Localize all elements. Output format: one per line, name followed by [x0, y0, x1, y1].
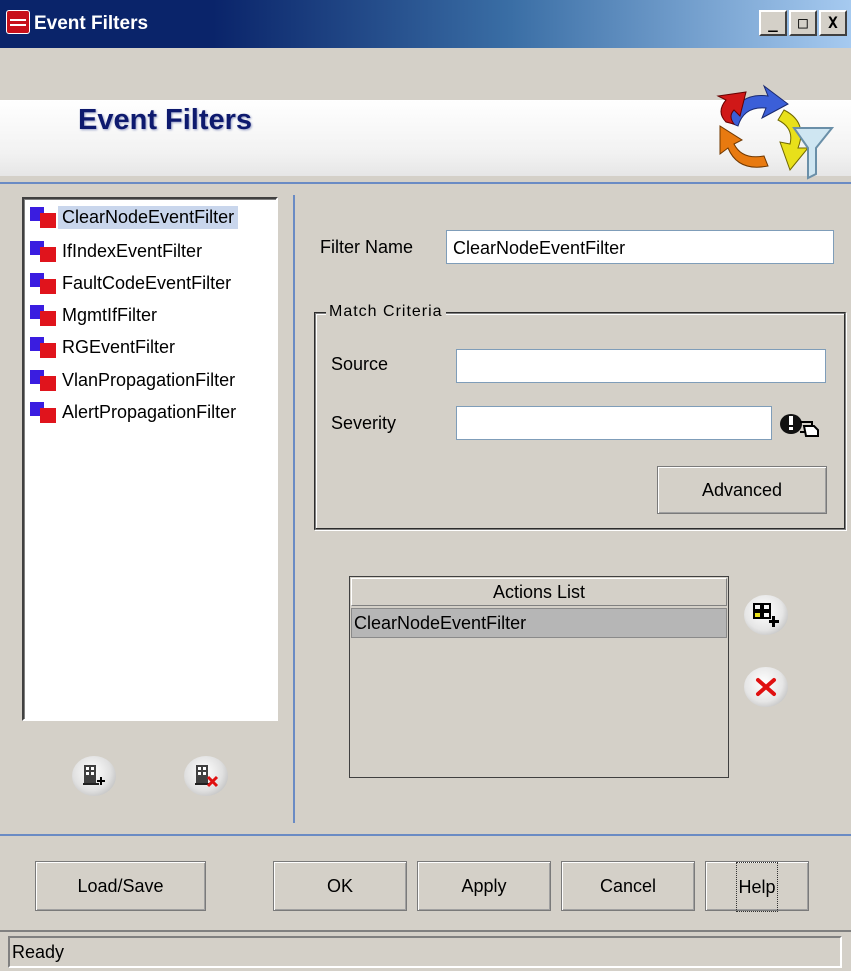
- delete-filter-button[interactable]: [184, 756, 228, 796]
- severity-picker-icon: [780, 414, 819, 437]
- filter-label: IfIndexEventFilter: [62, 240, 203, 261]
- help-label: Help: [736, 862, 778, 912]
- actions-list-row[interactable]: ClearNodeEventFilter: [351, 608, 727, 638]
- delete-filter-icon: [195, 765, 219, 788]
- advanced-button[interactable]: Advanced: [657, 466, 827, 514]
- add-filter-button[interactable]: [72, 756, 116, 796]
- filter-name-label: Filter Name: [320, 237, 414, 257]
- severity-picker-button[interactable]: [778, 410, 826, 440]
- cancel-label: Cancel: [599, 876, 657, 896]
- filter-list-item[interactable]: MgmtIfFilter: [28, 300, 161, 330]
- title-bar[interactable]: Event Filters _ □ X: [0, 0, 851, 48]
- filter-icon: [28, 400, 58, 424]
- filter-list-item[interactable]: IfIndexEventFilter: [28, 236, 206, 266]
- help-button[interactable]: Help: [705, 861, 809, 912]
- add-action-icon: [753, 603, 779, 627]
- filter-list-item[interactable]: RGEventFilter: [28, 332, 179, 362]
- event-filters-window: Event Filters _ □ X Event Filters ClearN…: [0, 0, 851, 971]
- add-filter-icon: [83, 765, 105, 785]
- filter-label: AlertPropagationFilter: [62, 401, 237, 422]
- filter-name-input[interactable]: ClearNodeEventFilter: [446, 230, 834, 264]
- cancel-button[interactable]: Cancel: [561, 861, 695, 911]
- advanced-button-label: Advanced: [701, 480, 783, 500]
- filter-list-item[interactable]: ClearNodeEventFilter: [28, 202, 239, 232]
- filter-icon: [28, 303, 58, 327]
- filter-icon: [28, 205, 58, 229]
- close-button[interactable]: X: [819, 10, 847, 36]
- filter-label: MgmtIfFilter: [62, 304, 158, 325]
- filter-icon: [28, 271, 58, 295]
- minimize-button[interactable]: _: [759, 10, 787, 36]
- filter-label: VlanPropagationFilter: [62, 369, 236, 390]
- remove-action-button[interactable]: [744, 667, 788, 707]
- ok-label: OK: [326, 876, 353, 896]
- filter-list[interactable]: ClearNodeEventFilter IfIndexEventFilter …: [22, 197, 278, 721]
- filter-label: ClearNodeEventFilter: [58, 205, 239, 229]
- load-save-button[interactable]: Load/Save: [35, 861, 206, 911]
- filter-list-item[interactable]: VlanPropagationFilter: [28, 365, 239, 395]
- load-save-label: Load/Save: [77, 876, 164, 896]
- event-filter-logo-icon: [716, 84, 834, 180]
- status-text: Ready: [8, 936, 842, 968]
- source-label: Source: [331, 354, 389, 374]
- filter-list-item[interactable]: FaultCodeEventFilter: [28, 268, 235, 298]
- vertical-separator: [293, 195, 295, 823]
- match-criteria-legend: Match Criteria: [326, 303, 446, 321]
- page-title: Event Filters: [78, 104, 253, 136]
- window-controls: _ □ X: [759, 10, 847, 36]
- ok-button[interactable]: OK: [273, 861, 407, 911]
- remove-action-icon: [756, 678, 776, 696]
- filter-list-item[interactable]: AlertPropagationFilter: [28, 397, 240, 427]
- actions-list-table[interactable]: Actions List ClearNodeEventFilter: [349, 576, 729, 778]
- add-action-button[interactable]: [744, 595, 788, 635]
- filter-icon: [28, 239, 58, 263]
- header-banner: Event Filters: [0, 48, 851, 180]
- apply-button[interactable]: Apply: [417, 861, 551, 911]
- window-title: Event Filters: [34, 13, 149, 34]
- source-input[interactable]: [456, 349, 826, 383]
- filter-label: FaultCodeEventFilter: [62, 272, 232, 293]
- maximize-button[interactable]: □: [789, 10, 817, 36]
- header-separator: [0, 182, 851, 184]
- filter-icon: [28, 335, 58, 359]
- filter-icon: [28, 368, 58, 392]
- status-bar: Ready: [0, 930, 851, 971]
- apply-label: Apply: [461, 876, 507, 896]
- footer-separator: [0, 834, 851, 836]
- severity-input[interactable]: [456, 406, 772, 440]
- app-icon: [6, 10, 30, 34]
- severity-label: Severity: [331, 413, 397, 433]
- filter-label: RGEventFilter: [62, 336, 176, 357]
- actions-list-header[interactable]: Actions List: [351, 578, 727, 606]
